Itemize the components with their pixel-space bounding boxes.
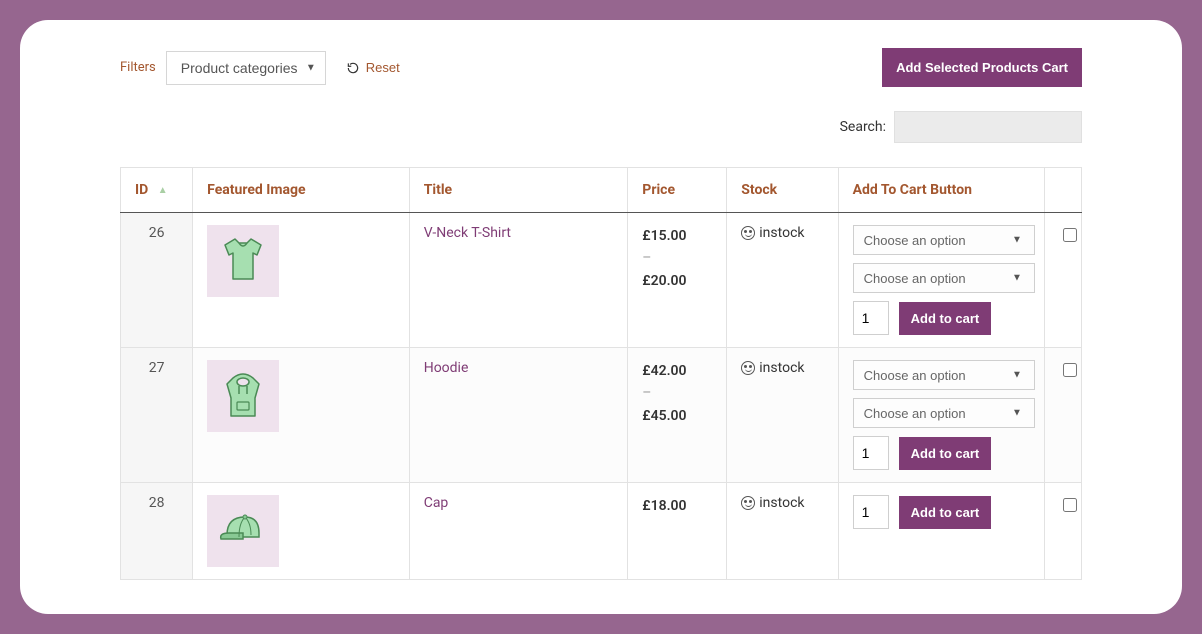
smile-icon [741,226,755,240]
category-select[interactable]: Product categories [166,51,326,85]
product-title-link[interactable]: Cap [424,495,449,511]
product-title-link[interactable]: Hoodie [424,360,469,376]
reset-button[interactable]: Reset [342,58,404,77]
featured-image[interactable] [207,495,279,567]
stock-status: instock [759,360,804,376]
smile-icon [741,361,755,375]
cell-title: Cap [409,483,628,580]
variation-select[interactable]: Choose an option [853,398,1035,428]
quantity-input[interactable] [853,436,889,470]
sort-asc-icon: ▲ [158,185,168,196]
quantity-input[interactable] [853,301,889,335]
col-header-price[interactable]: Price [628,168,727,213]
cell-id: 26 [121,213,193,348]
col-header-image[interactable]: Featured Image [193,168,410,213]
cell-price: £18.00 [628,483,727,580]
cell-stock: instock [727,213,838,348]
cell-id: 28 [121,483,193,580]
col-header-check [1044,168,1081,213]
cell-add-to-cart: Add to cart [838,483,1044,580]
reset-label: Reset [366,60,400,75]
row-checkbox[interactable] [1063,363,1077,377]
cell-select [1044,213,1081,348]
col-header-title[interactable]: Title [409,168,628,213]
cell-select [1044,483,1081,580]
stock-status: instock [759,225,804,241]
table-row: 28 Cap £18.00 instock Add to cart [121,483,1082,580]
row-checkbox[interactable] [1063,228,1077,242]
filters-label: Filters [120,60,156,75]
cell-title: Hoodie [409,348,628,483]
table-row: 26 V-Neck T-Shirt £15.00–£20.00 instock Choo… [121,213,1082,348]
cell-price: £42.00–£45.00 [628,348,727,483]
add-to-cart-button[interactable]: Add to cart [899,302,992,335]
cell-stock: instock [727,348,838,483]
smile-icon [741,496,755,510]
cell-image [193,348,410,483]
cell-select [1044,348,1081,483]
variation-select[interactable]: Choose an option [853,263,1035,293]
col-header-id[interactable]: ID ▲ [121,168,193,213]
cell-stock: instock [727,483,838,580]
cell-price: £15.00–£20.00 [628,213,727,348]
variation-select[interactable]: Choose an option [853,360,1035,390]
table-row: 27 Hoodie £42.00–£45.00 instock Choose an op… [121,348,1082,483]
cell-id: 27 [121,348,193,483]
add-to-cart-button[interactable]: Add to cart [899,437,992,470]
product-table: ID ▲ Featured Image Title Price Stock Ad… [120,167,1082,580]
product-title-link[interactable]: V-Neck T-Shirt [424,225,511,241]
cell-image [193,213,410,348]
add-to-cart-button[interactable]: Add to cart [899,496,992,529]
featured-image[interactable] [207,225,279,297]
category-select-wrap: Product categories ▼ [166,51,326,85]
variation-select[interactable]: Choose an option [853,225,1035,255]
col-header-stock[interactable]: Stock [727,168,838,213]
cell-add-to-cart: Choose an option▼Choose an option▼Add to… [838,213,1044,348]
search-label: Search: [840,119,886,135]
reset-icon [346,61,360,75]
search-input[interactable] [894,111,1082,143]
cell-image [193,483,410,580]
add-selected-button[interactable]: Add Selected Products Cart [882,48,1082,87]
featured-image[interactable] [207,360,279,432]
row-checkbox[interactable] [1063,498,1077,512]
quantity-input[interactable] [853,495,889,529]
stock-status: instock [759,495,804,511]
cell-add-to-cart: Choose an option▼Choose an option▼Add to… [838,348,1044,483]
cell-title: V-Neck T-Shirt [409,213,628,348]
col-header-atc[interactable]: Add To Cart Button [838,168,1044,213]
